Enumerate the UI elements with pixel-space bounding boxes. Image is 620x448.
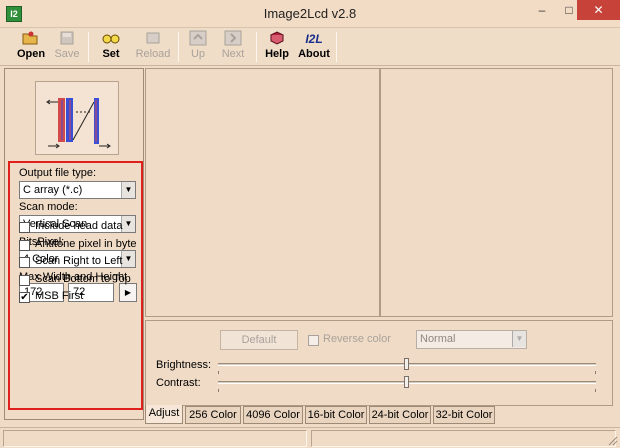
option-checkbox[interactable]	[19, 222, 30, 233]
scan-preview	[35, 81, 119, 155]
source-image-view[interactable]	[145, 68, 380, 317]
option-label: Antitone pixel in byte	[35, 238, 137, 250]
contrast-label: Contrast:	[156, 377, 201, 389]
reverse-color-label: Reverse color	[323, 333, 391, 345]
up-arrow-icon	[184, 30, 212, 48]
next-label: Next	[221, 48, 245, 60]
option-checkbox[interactable]	[19, 240, 30, 251]
toolbar: Open Save Set Reload Up Next Help I2L Ab…	[0, 28, 620, 66]
close-button[interactable]: ✕	[577, 0, 620, 20]
next-arrow-icon	[218, 30, 248, 48]
minimize-button[interactable]: –	[529, 0, 555, 20]
set-label: Set	[102, 48, 120, 60]
toolbar-separator	[88, 32, 89, 62]
open-button[interactable]: Open	[14, 30, 48, 64]
chevron-down-icon: ▼	[121, 216, 135, 232]
toolbar-separator	[178, 32, 179, 62]
tab-adjust[interactable]: Adjust	[145, 405, 183, 424]
up-button[interactable]: Up	[184, 30, 212, 64]
chevron-down-icon: ▼	[512, 331, 526, 347]
tab-24-bit-color[interactable]: 24-bit Color	[369, 406, 431, 424]
reverse-color-checkbox[interactable]	[308, 335, 319, 346]
apply-size-button[interactable]: ▶	[119, 283, 137, 302]
default-button[interactable]: Default	[220, 330, 298, 350]
color-mode-select[interactable]: Normal ▼	[416, 330, 527, 349]
about-label: About	[298, 48, 330, 60]
help-button[interactable]: Help	[263, 30, 291, 64]
status-cell-left	[3, 430, 307, 447]
save-label: Save	[54, 48, 80, 60]
option-label: Scan Right to Left	[35, 255, 123, 267]
tab-16-bit-color[interactable]: 16-bit Color	[305, 406, 367, 424]
checkmark-icon: ✔	[20, 292, 29, 303]
chevron-down-icon: ▼	[121, 182, 135, 198]
output-settings-group: Output file type: C array (*.c) ▼ Scan m…	[8, 161, 143, 410]
about-button[interactable]: I2L About	[298, 30, 330, 64]
adjust-panel: Default Reverse color Normal ▼ Brightnes…	[145, 320, 613, 406]
output-type-select[interactable]: C array (*.c) ▼	[19, 181, 136, 199]
resize-grip-icon[interactable]	[606, 434, 618, 446]
option-label: Scan Bottom to Top	[35, 273, 131, 285]
brightness-slider-thumb[interactable]	[404, 358, 409, 370]
status-bar	[0, 427, 620, 448]
option-checkbox[interactable]: ✔	[19, 292, 30, 303]
title-bar: I2 Image2Lcd v2.8 – □ ✕	[0, 0, 620, 28]
toolbar-separator	[256, 32, 257, 62]
chevron-down-icon: ▼	[121, 251, 135, 267]
reload-icon	[134, 30, 172, 48]
save-icon	[52, 30, 82, 48]
brightness-ticks	[218, 371, 596, 374]
option-checkbox[interactable]	[19, 257, 30, 268]
output-type-value: C array (*.c)	[23, 184, 83, 196]
contrast-slider-thumb[interactable]	[404, 376, 409, 388]
save-button[interactable]: Save	[52, 30, 82, 64]
play-arrow-icon: ▶	[124, 288, 132, 297]
help-book-icon	[263, 30, 291, 48]
output-type-label: Output file type:	[19, 167, 97, 179]
help-label: Help	[265, 48, 289, 60]
tab-256-color[interactable]: 256 Color	[185, 406, 241, 424]
option-label: MSB First	[35, 290, 84, 302]
brightness-label: Brightness:	[156, 359, 212, 371]
reload-label: Reload	[135, 48, 171, 60]
set-button[interactable]: Set	[96, 30, 126, 64]
folder-open-icon	[14, 30, 48, 48]
up-label: Up	[190, 48, 206, 60]
about-logo-icon: I2L	[305, 32, 323, 46]
status-cell-right	[311, 430, 616, 447]
window-title: Image2Lcd v2.8	[263, 6, 357, 21]
reload-button[interactable]: Reload	[134, 30, 172, 64]
scan-mode-diagram	[46, 98, 111, 149]
tab-32-bit-color[interactable]: 32-bit Color	[433, 406, 495, 424]
output-image-view[interactable]	[380, 68, 613, 317]
option-label: Include head data	[35, 220, 123, 232]
contrast-ticks	[218, 389, 596, 392]
option-checkbox[interactable]	[19, 275, 30, 286]
scan-mode-label: Scan mode:	[19, 201, 78, 213]
color-mode-value: Normal	[420, 333, 456, 345]
settings-panel: Output file type: C array (*.c) ▼ Scan m…	[4, 68, 144, 420]
toolbar-separator	[336, 32, 337, 62]
next-button[interactable]: Next	[218, 30, 248, 64]
tab-4096-color[interactable]: 4096 Color	[243, 406, 303, 424]
open-label: Open	[16, 48, 46, 60]
glasses-icon	[96, 30, 126, 48]
